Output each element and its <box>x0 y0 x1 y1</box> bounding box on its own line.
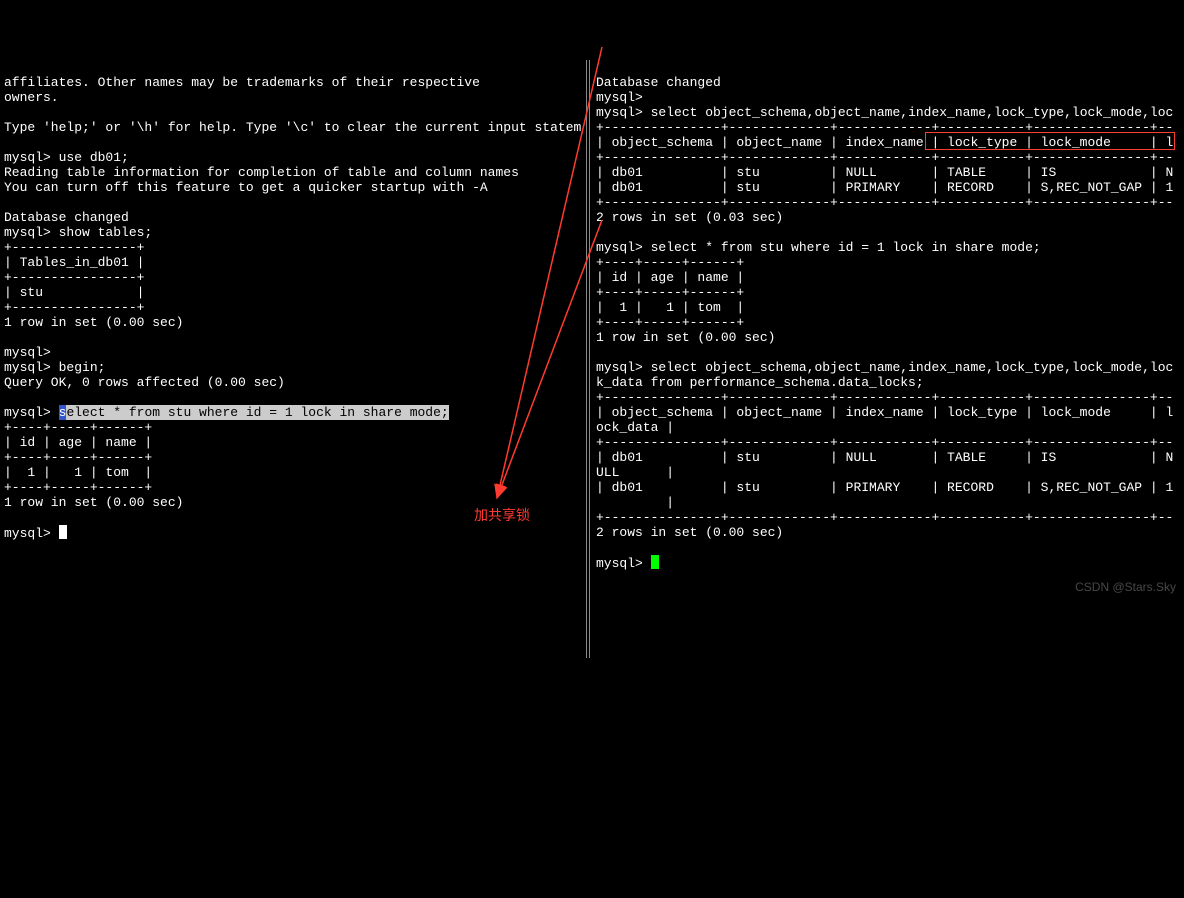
table-divider: +----------------+ <box>4 300 144 315</box>
table-row: | db01 | stu | NULL | TABLE | IS | N <box>596 450 1173 465</box>
prompt: mysql> <box>4 150 51 165</box>
table-header: | object_schema | object_name | index_na… <box>596 135 1173 150</box>
left-terminal[interactable]: affiliates. Other names may be trademark… <box>0 60 590 658</box>
table-divider: +---------------+-------------+---------… <box>596 510 1173 525</box>
prompt: mysql> <box>596 556 643 571</box>
prompt: mysql> <box>596 240 643 255</box>
table-row-cont: | <box>596 495 674 510</box>
table-divider: +---------------+-------------+---------… <box>596 195 1173 210</box>
prompt: mysql> <box>4 526 51 541</box>
table-divider: +----+-----+------+ <box>4 450 152 465</box>
cmd-select-locks2-cont: k_data from performance_schema.data_lock… <box>596 375 924 390</box>
table-row: | db01 | stu | PRIMARY | RECORD | S,REC_… <box>596 480 1173 495</box>
table-divider: +----+-----+------+ <box>596 255 744 270</box>
table-divider: +----+-----+------+ <box>4 480 152 495</box>
table-header-cont: ock_data | <box>596 420 674 435</box>
text: Reading table information for completion… <box>4 165 519 180</box>
table-header: | id | age | name | <box>4 435 152 450</box>
table-row: | 1 | 1 | tom | <box>4 465 152 480</box>
text: Database changed <box>596 75 721 90</box>
cmd-select-locks: select object_schema,object_name,index_n… <box>651 105 1174 120</box>
table-row-cont: ULL | <box>596 465 674 480</box>
table-divider: +----+-----+------+ <box>596 285 744 300</box>
result-summary: 2 rows in set (0.03 sec) <box>596 210 783 225</box>
prompt: mysql> <box>596 105 643 120</box>
cursor-icon <box>651 555 659 569</box>
text: Type 'help;' or '\h' for help. Type '\c'… <box>4 120 581 135</box>
prompt: mysql> <box>4 360 51 375</box>
right-terminal[interactable]: Database changed mysql> mysql> select ob… <box>590 60 1184 658</box>
result-summary: 2 rows in set (0.00 sec) <box>596 525 783 540</box>
result-summary: Query OK, 0 rows affected (0.00 sec) <box>4 375 285 390</box>
table-header: | object_schema | object_name | index_na… <box>596 405 1173 420</box>
table-row: | db01 | stu | PRIMARY | RECORD | S,REC_… <box>596 180 1173 195</box>
table-header: | id | age | name | <box>596 270 744 285</box>
table-header: | Tables_in_db01 | <box>4 255 144 270</box>
table-row: | 1 | 1 | tom | <box>596 300 744 315</box>
prompt: mysql> <box>4 345 51 360</box>
text: Database changed <box>4 210 129 225</box>
cmd-select-stu: select * from stu where id = 1 lock in s… <box>651 240 1041 255</box>
cursor-icon <box>59 525 67 539</box>
table-row: | db01 | stu | NULL | TABLE | IS | N <box>596 165 1173 180</box>
table-divider: +---------------+-------------+---------… <box>596 435 1173 450</box>
result-summary: 1 row in set (0.00 sec) <box>4 315 183 330</box>
cmd-use: use db01; <box>59 150 129 165</box>
prompt: mysql> <box>4 405 51 420</box>
cmd-select-locks2: select object_schema,object_name,index_n… <box>651 360 1174 375</box>
cmd-show-tables: show tables; <box>59 225 153 240</box>
prompt: mysql> <box>596 90 643 105</box>
table-divider: +---------------+-------------+---------… <box>596 390 1173 405</box>
text: You can turn off this feature to get a q… <box>4 180 488 195</box>
table-divider: +---------------+-------------+---------… <box>596 120 1173 135</box>
split-terminal: affiliates. Other names may be trademark… <box>0 60 1184 658</box>
text: affiliates. Other names may be trademark… <box>4 75 480 90</box>
prompt: mysql> <box>4 225 51 240</box>
table-divider: +---------------+-------------+---------… <box>596 150 1173 165</box>
result-summary: 1 row in set (0.00 sec) <box>596 330 775 345</box>
table-divider: +----------------+ <box>4 270 144 285</box>
result-summary: 1 row in set (0.00 sec) <box>4 495 183 510</box>
prompt: mysql> <box>596 360 643 375</box>
table-divider: +----+-----+------+ <box>4 420 152 435</box>
table-divider: +----+-----+------+ <box>596 315 744 330</box>
cmd-begin: begin; <box>59 360 106 375</box>
table-row: | stu | <box>4 285 144 300</box>
watermark: CSDN @Stars.Sky <box>1075 580 1176 594</box>
text: owners. <box>4 90 59 105</box>
annotation-label: 加共享锁 <box>474 505 530 525</box>
table-divider: +----------------+ <box>4 240 144 255</box>
cmd-select-highlighted: elect * from stu where id = 1 lock in sh… <box>66 405 448 420</box>
